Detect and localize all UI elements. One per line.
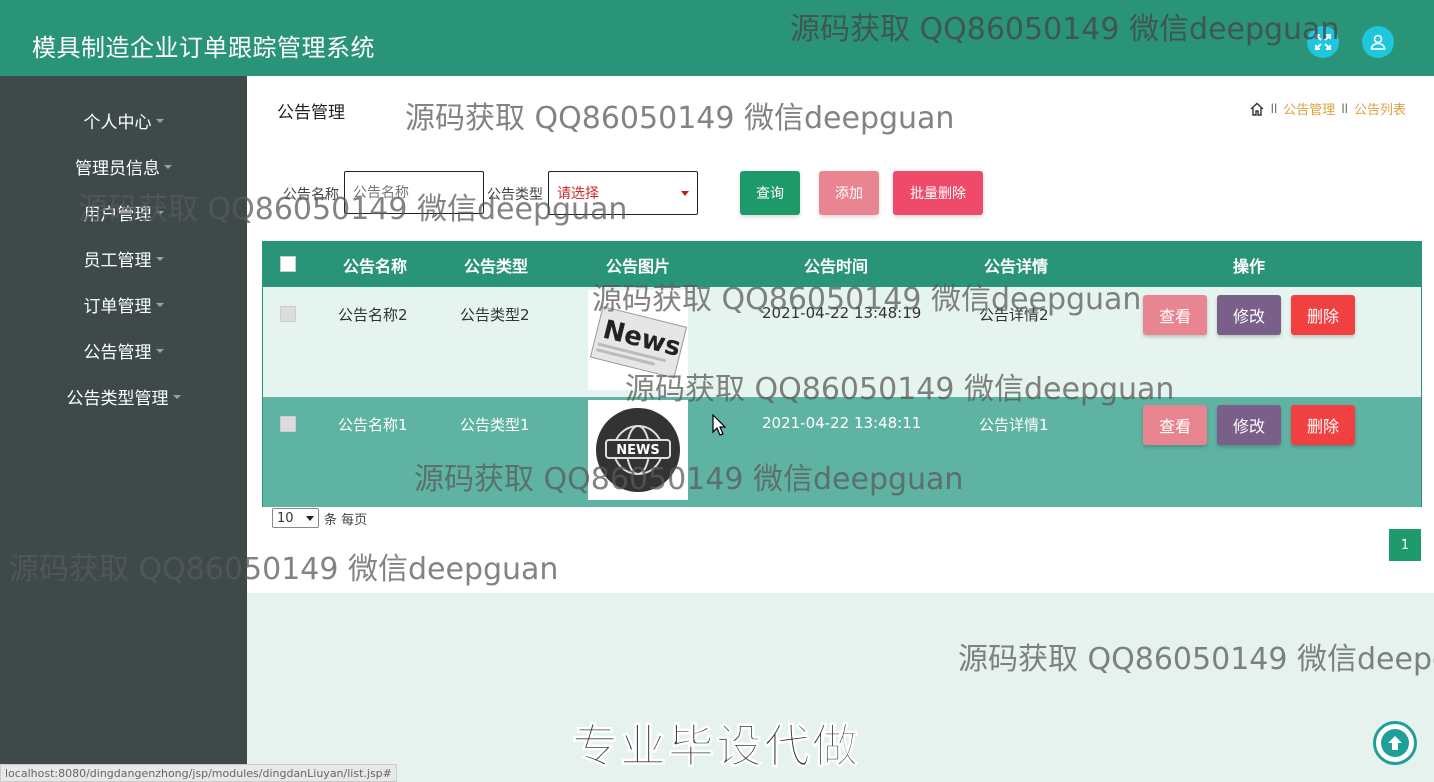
home-icon[interactable] [1249,101,1265,117]
watermark-banner: 专业毕设代做 [572,719,860,774]
cell-notice-detail: 公告详情1 [979,416,1049,434]
table-row: 公告名称1 公告类型1 NEWS 2021-04-22 13:48:11 公告详… [263,397,1421,507]
edit-button[interactable]: 修改 [1217,405,1281,445]
sidebar-item-label: 员工管理 [83,250,152,271]
sidebar-item-admin-info[interactable]: 管理员信息 [0,146,247,186]
breadcrumb-item-notice-list[interactable]: 公告列表 [1354,99,1406,118]
delete-button[interactable]: 删除 [1291,295,1355,335]
sidebar: 个人中心 管理员信息 用户管理 员工管理 订单管理 公告管理 公告类型管理 [0,76,247,782]
sidebar-item-notice-type-management[interactable]: 公告类型管理 [0,376,247,416]
per-page-label: 条 每页 [324,513,368,528]
notice-name-input[interactable] [344,171,484,214]
caret-down-icon [155,257,164,261]
cell-notice-type: 公告类型2 [460,306,530,324]
breadcrumb-separator: ll [1270,101,1278,116]
table-header: 公告名称 公告类型 公告图片 公告时间 公告详情 操作 [263,242,1421,287]
sidebar-item-order-management[interactable]: 订单管理 [0,284,247,324]
arrow-up-icon [1381,729,1409,757]
sidebar-item-label: 订单管理 [83,296,152,317]
column-header-time[interactable]: 公告时间 [786,242,886,287]
edit-button[interactable]: 修改 [1217,295,1281,335]
batch-delete-button[interactable]: 批量删除 [893,171,983,215]
column-header-name[interactable]: 公告名称 [325,242,425,287]
cell-notice-time: 2021-04-22 13:48:19 [762,304,922,322]
cell-notice-name: 公告名称1 [338,416,408,434]
column-header-detail[interactable]: 公告详情 [966,242,1066,287]
caret-down-icon [155,211,164,215]
row-checkbox[interactable] [280,306,296,322]
add-button[interactable]: 添加 [819,171,879,215]
caret-down-icon [155,119,164,123]
sidebar-item-label: 公告管理 [83,342,152,363]
sidebar-item-label: 管理员信息 [75,158,160,179]
sidebar-item-user-management[interactable]: 用户管理 [0,192,247,232]
column-header-actions: 操作 [1232,256,1265,276]
cell-notice-type: 公告类型1 [460,416,530,434]
sidebar-item-label: 个人中心 [83,112,152,133]
user-icon [1370,34,1386,50]
sidebar-item-personal-center[interactable]: 个人中心 [0,100,247,140]
search-button[interactable]: 查询 [740,171,800,215]
sidebar-item-employee-management[interactable]: 员工管理 [0,238,247,278]
notice-table: 公告名称 公告类型 公告图片 公告时间 公告详情 操作 公告名称2 公告类型2 … [262,241,1422,507]
notice-type-selected: 请选择 [557,186,599,202]
select-all-checkbox[interactable] [280,256,296,272]
scroll-to-top-button[interactable] [1373,721,1417,765]
mouse-cursor-icon [712,414,726,436]
page-size-select[interactable]: 10 [272,508,319,528]
sidebar-item-label: 用户管理 [83,204,152,225]
news-newspaper-image: News [588,290,688,390]
cell-notice-time: 2021-04-22 13:48:11 [762,414,922,432]
cell-notice-detail: 公告详情2 [979,306,1049,324]
caret-down-icon [164,165,172,169]
cell-notice-name: 公告名称2 [338,306,408,324]
chevron-down-icon [681,190,689,196]
fullscreen-button[interactable] [1307,26,1339,58]
breadcrumb-separator: ll [1341,101,1348,116]
page-size-value: 10 [277,510,294,526]
news-globe-image: NEWS [588,400,688,500]
table-row: 公告名称2 公告类型2 News 2021-04-22 13:48:19 公告详… [263,287,1421,397]
column-header-type[interactable]: 公告类型 [446,242,546,287]
row-checkbox[interactable] [280,416,296,432]
expand-icon [1315,34,1331,50]
status-bar-url: localhost:8080/dingdangenzhong/jsp/modul… [0,764,397,782]
breadcrumb: ll 公告管理 ll 公告列表 [1249,99,1406,118]
delete-button[interactable]: 删除 [1291,405,1355,445]
notice-type-select[interactable]: 请选择 [548,171,698,215]
sidebar-item-label: 公告类型管理 [66,388,169,409]
notice-name-label: 公告名称 [283,187,339,203]
chevron-down-icon [306,515,314,521]
sidebar-item-notice-management[interactable]: 公告管理 [0,330,247,370]
user-menu-button[interactable] [1362,26,1394,58]
view-button[interactable]: 查看 [1143,405,1207,445]
svg-text:NEWS: NEWS [616,443,659,458]
breadcrumb-item-notice-management[interactable]: 公告管理 [1283,99,1335,118]
page-title: 公告管理 [277,103,345,123]
caret-down-icon [172,395,181,399]
column-header-image[interactable]: 公告图片 [588,242,688,287]
caret-down-icon [155,303,164,307]
view-button[interactable]: 查看 [1143,295,1207,335]
page-number-1[interactable]: 1 [1389,529,1421,561]
caret-down-icon [155,349,164,353]
notice-type-label: 公告类型 [487,187,543,203]
app-title: 模具制造企业订单跟踪管理系统 [32,34,375,62]
